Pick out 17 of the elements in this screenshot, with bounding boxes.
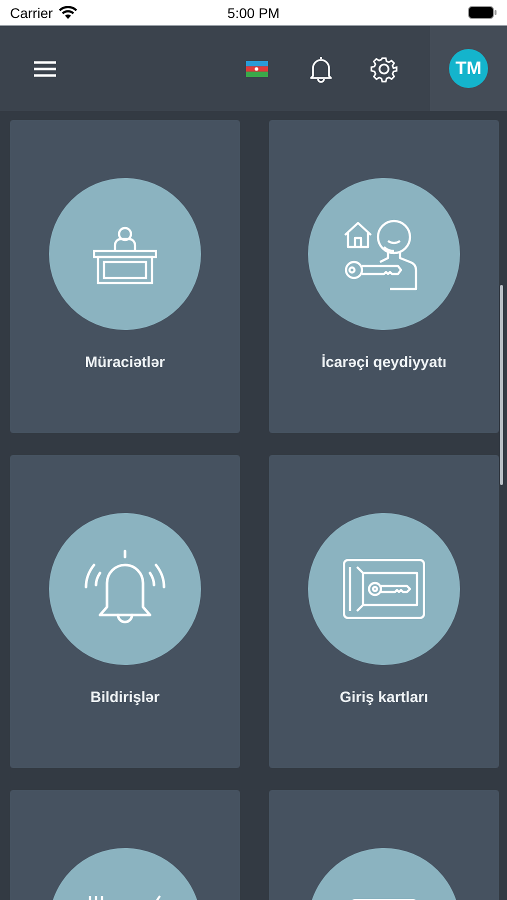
menu-tile[interactable]: Giriş kartları	[269, 455, 499, 768]
wifi-icon	[58, 6, 78, 20]
key-card-icon	[343, 559, 425, 619]
carrier-label: Carrier	[10, 4, 53, 20]
notification-bell-icon[interactable]	[308, 54, 334, 82]
menu-tile[interactable]: Bildirişlər	[10, 455, 240, 768]
battery-icon	[468, 6, 497, 19]
tile-label: Müraciətlər	[84, 354, 166, 371]
menu-icon[interactable]	[34, 60, 56, 76]
clock-time: 5:00 PM	[227, 4, 280, 20]
flag-icon[interactable]	[246, 60, 268, 76]
tile-label: Bildirişlər	[90, 689, 160, 706]
menu-tile[interactable]: Müraciətlər	[10, 120, 240, 433]
tile-label: İcarəçi qeydiyyatı	[321, 354, 447, 371]
menu-tile[interactable]: İcarəçi qeydiyyatı	[269, 120, 499, 433]
tile-label: Giriş kartları	[340, 689, 428, 706]
settings-icon[interactable]	[370, 54, 398, 82]
